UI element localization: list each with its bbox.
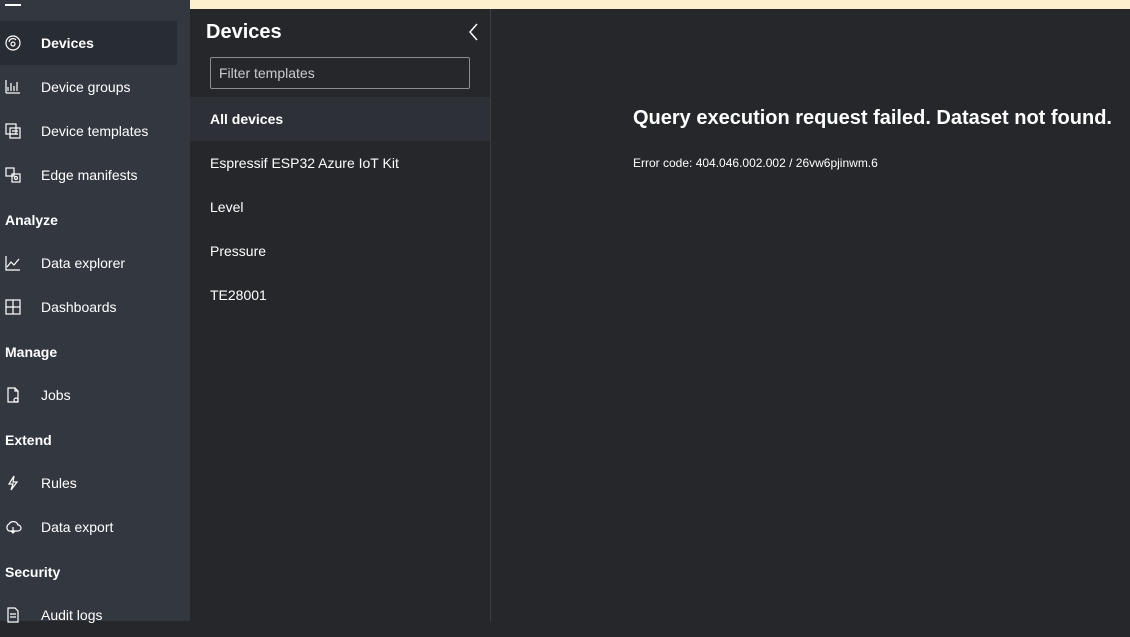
nav-section-manage: Manage xyxy=(5,344,58,360)
nav-item-rules[interactable]: Rules xyxy=(0,461,177,505)
data-explorer-icon xyxy=(4,254,22,272)
nav-item-jobs[interactable]: Jobs xyxy=(0,373,177,417)
filter-templates-input[interactable] xyxy=(210,57,470,89)
hamburger-menu-icon[interactable] xyxy=(5,4,21,6)
nav-item-label: Data export xyxy=(41,519,114,535)
data-export-icon xyxy=(4,518,22,536)
nav-item-label: Rules xyxy=(41,475,77,491)
list-item-label: All devices xyxy=(210,111,284,127)
nav-item-data-export[interactable]: Data export xyxy=(0,505,177,549)
collapse-panel-button[interactable] xyxy=(465,21,483,43)
nav-item-device-templates[interactable]: Device templates xyxy=(0,109,177,153)
list-item-label: Pressure xyxy=(210,243,267,259)
error-message-title: Query execution request failed. Dataset … xyxy=(633,107,1112,129)
error-code-text: Error code: 404.046.002.002 / 26vw6pjinw… xyxy=(633,156,878,170)
device-groups-icon xyxy=(4,78,22,96)
jobs-icon xyxy=(4,386,22,404)
left-navigation: Devices Device groups Device templates E… xyxy=(0,0,190,623)
chevron-left-icon xyxy=(469,23,478,41)
audit-logs-icon xyxy=(4,606,22,624)
panel-title: Devices xyxy=(206,21,282,43)
template-list-item[interactable]: Espressif ESP32 Azure IoT Kit xyxy=(190,141,490,185)
nav-item-label: Data explorer xyxy=(41,255,126,271)
devices-panel: Devices All devices Espressif ESP32 Azur… xyxy=(190,9,491,621)
nav-item-label: Device groups xyxy=(41,79,131,95)
nav-item-label: Dashboards xyxy=(41,299,117,315)
template-list-item[interactable]: Pressure xyxy=(190,229,490,273)
nav-section-analyze: Analyze xyxy=(5,212,58,228)
main-content: Query execution request failed. Dataset … xyxy=(491,9,1130,621)
device-templates-icon xyxy=(4,122,22,140)
nav-item-label: Edge manifests xyxy=(41,167,138,183)
list-item-label: Espressif ESP32 Azure IoT Kit xyxy=(210,155,399,171)
edge-manifests-icon xyxy=(4,166,22,184)
nav-section-extend: Extend xyxy=(5,432,52,448)
template-list-item[interactable]: TE28001 xyxy=(190,273,490,317)
nav-item-device-groups[interactable]: Device groups xyxy=(0,65,177,109)
dashboards-icon xyxy=(4,298,22,316)
rules-icon xyxy=(4,474,22,492)
list-item-label: TE28001 xyxy=(210,287,267,303)
nav-item-data-explorer[interactable]: Data explorer xyxy=(0,241,177,285)
nav-section-security: Security xyxy=(5,564,61,580)
nav-item-edge-manifests[interactable]: Edge manifests xyxy=(0,153,177,197)
devices-icon xyxy=(4,34,22,52)
nav-item-devices[interactable]: Devices xyxy=(0,21,177,65)
nav-item-audit-logs[interactable]: Audit logs xyxy=(0,593,177,637)
list-item-label: Level xyxy=(210,199,244,215)
nav-item-dashboards[interactable]: Dashboards xyxy=(0,285,177,329)
nav-item-label: Device templates xyxy=(41,123,149,139)
nav-item-label: Devices xyxy=(41,35,94,51)
notification-banner xyxy=(190,0,1130,9)
template-list-item-all-devices[interactable]: All devices xyxy=(190,97,490,141)
nav-item-label: Jobs xyxy=(41,387,71,403)
template-list-item[interactable]: Level xyxy=(190,185,490,229)
